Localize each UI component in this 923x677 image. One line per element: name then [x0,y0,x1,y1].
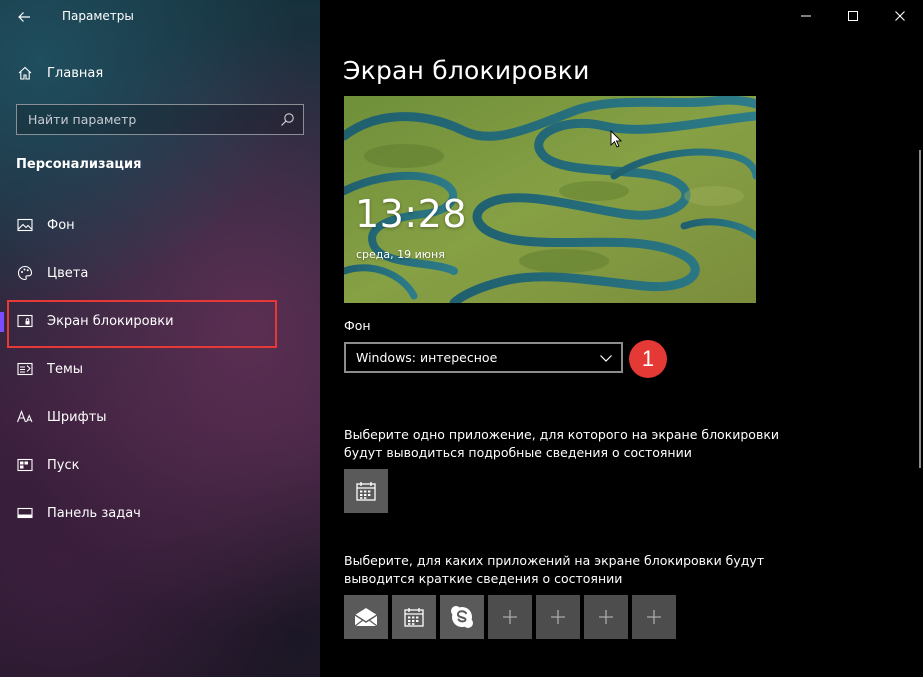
calendar-icon [404,608,424,627]
background-dropdown[interactable]: Windows: интересное [344,342,623,373]
taskbar-icon [16,504,34,522]
minimize-icon [801,15,811,17]
sidebar-item-background[interactable]: Фон [0,207,320,243]
search-input[interactable] [17,105,273,134]
sidebar-item-label: Панель задач [47,505,141,521]
quick-status-add-button[interactable] [584,595,628,639]
minimize-button[interactable] [783,0,829,32]
lock-screen-preview: 13:28 среда, 19 июня [344,96,756,303]
calendar-icon [356,482,376,501]
sidebar-item-taskbar[interactable]: Панель задач [0,495,320,531]
sidebar-item-label: Фон [47,217,75,233]
page-title: Экран блокировки [343,56,590,85]
maximize-icon [848,11,858,21]
fonts-icon [16,408,34,426]
mail-icon [354,608,378,627]
home-icon [16,64,34,82]
background-label: Фон [344,318,371,333]
sidebar-item-colors[interactable]: Цвета [0,255,320,291]
quick-status-skype-button[interactable] [440,595,484,639]
sidebar-item-label: Пуск [47,457,80,473]
sidebar-item-label: Темы [47,361,84,377]
close-button[interactable] [877,0,923,32]
sidebar-item-label: Главная [47,65,104,81]
sidebar: Параметры Главная Персонализация [0,0,320,677]
picture-icon [16,216,34,234]
start-icon [16,456,34,474]
app-title: Параметры [62,9,134,23]
sidebar-item-start[interactable]: Пуск [0,447,320,483]
back-button[interactable] [8,2,40,32]
quick-status-calendar-button[interactable] [392,595,436,639]
detailed-status-app-button[interactable] [344,469,388,513]
section-title: Персонализация [16,157,142,172]
sidebar-item-fonts[interactable]: Шрифты [0,399,320,435]
preview-date: среда, 19 июня [356,248,445,261]
sidebar-item-themes[interactable]: Темы [0,351,320,387]
main-content: Экран блокировки 13:28 среда, 19 июня Фо… [320,0,923,677]
back-arrow-icon [18,12,30,22]
plus-icon [551,610,565,624]
chevron-down-icon [600,355,612,362]
close-icon [895,11,905,21]
quick-status-add-button[interactable] [632,595,676,639]
detailed-status-description: Выберите одно приложение, для которого н… [344,427,779,460]
highlight-annotation [7,300,277,348]
sidebar-item-label: Цвета [47,265,89,281]
maximize-button[interactable] [830,0,876,32]
plus-icon [599,610,613,624]
palette-icon [16,264,34,282]
quick-status-add-button[interactable] [536,595,580,639]
mouse-cursor-icon [610,130,622,148]
preview-time: 13:28 [355,192,468,236]
step-number-badge: 1 [629,340,667,378]
skype-icon [451,606,473,628]
quick-status-add-button[interactable] [488,595,532,639]
quick-status-description: Выберите, для каких приложений на экране… [344,553,765,586]
settings-window: Параметры Главная Персонализация [0,0,923,677]
search-box[interactable] [16,104,304,135]
scrollbar[interactable] [919,150,921,468]
search-icon[interactable] [280,112,295,127]
plus-icon [647,610,661,624]
background-dropdown-value: Windows: интересное [356,350,498,365]
quick-status-mail-button[interactable] [344,595,388,639]
sidebar-item-label: Шрифты [47,409,107,425]
plus-icon [503,610,517,624]
themes-icon [16,360,34,378]
sidebar-item-home[interactable]: Главная [0,55,320,91]
